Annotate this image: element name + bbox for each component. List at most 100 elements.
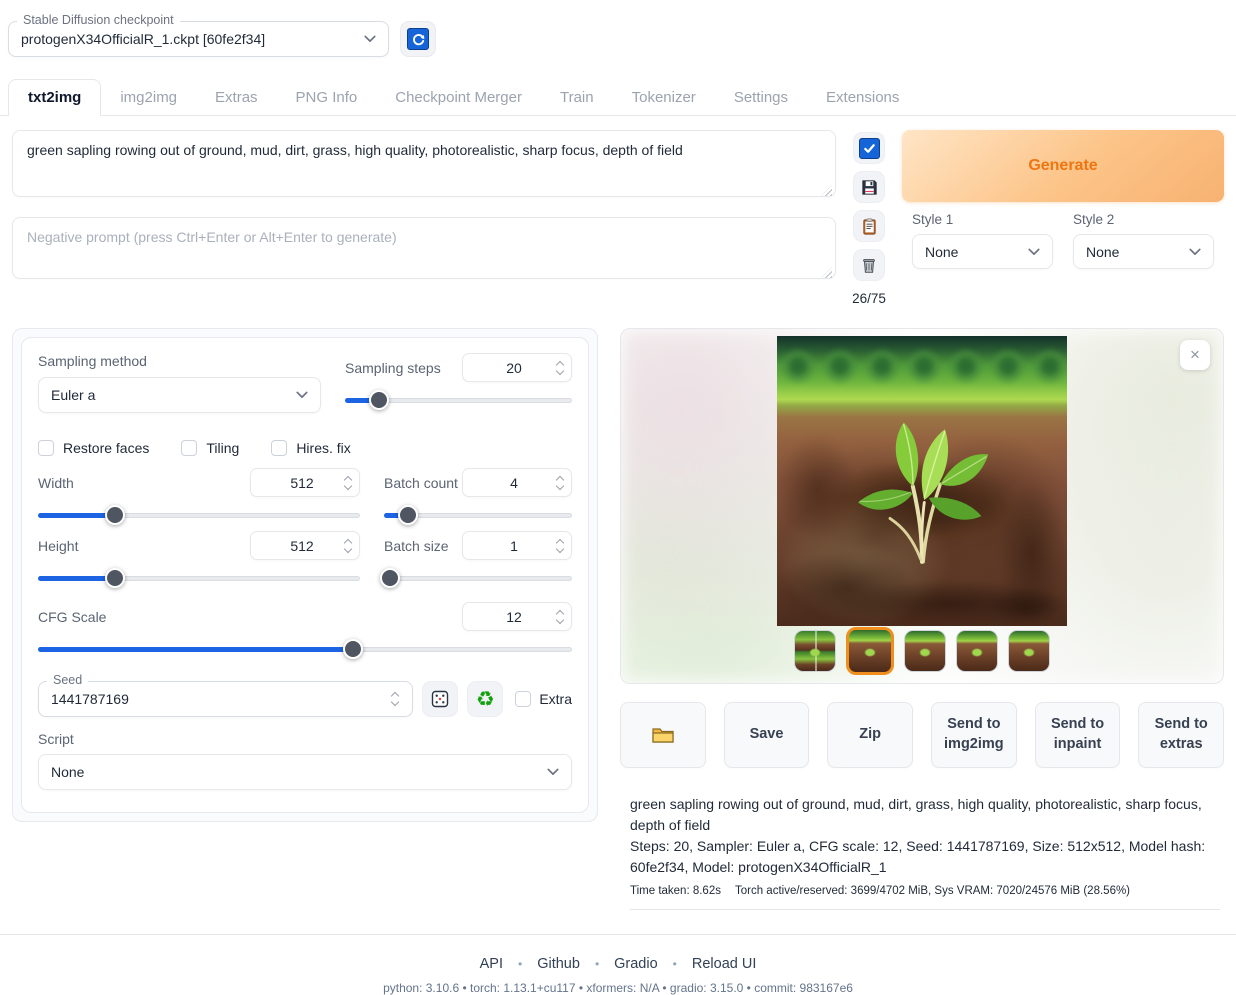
cfg-scale-slider[interactable]: [38, 639, 572, 659]
send-to-extras-button[interactable]: Send to extras: [1138, 702, 1224, 768]
sampling-steps-label: Sampling steps: [345, 360, 441, 376]
thumbnail[interactable]: [1008, 630, 1050, 672]
stepper-icon[interactable]: [390, 691, 400, 707]
script-label: Script: [38, 731, 572, 747]
chevron-down-icon: [1189, 248, 1201, 256]
batch-size-input[interactable]: 1: [462, 531, 572, 560]
height-label: Height: [38, 538, 78, 554]
version-info: python: 3.10.6 • torch: 1.13.1+cu117 • x…: [0, 981, 1236, 995]
script-select[interactable]: None: [38, 754, 572, 790]
batch-size-label: Batch size: [384, 538, 449, 554]
main-tabs: txt2img img2img Extras PNG Info Checkpoi…: [0, 76, 1236, 116]
checkbox-icon: [181, 440, 197, 456]
save-button[interactable]: Save: [724, 702, 810, 768]
zip-button[interactable]: Zip: [827, 702, 913, 768]
extra-seed-checkbox[interactable]: Extra: [515, 691, 572, 707]
save-style-button[interactable]: [853, 171, 885, 203]
negative-prompt-input[interactable]: [12, 217, 836, 279]
info-prompt: green sapling rowing out of ground, mud,…: [630, 794, 1220, 836]
footer-link-api[interactable]: API: [480, 956, 503, 972]
footer-link-github[interactable]: Github: [537, 956, 580, 972]
checkbox-icon: [271, 440, 287, 456]
stepper-icon[interactable]: [343, 475, 353, 491]
floppy-disk-icon: [860, 178, 879, 197]
seed-input[interactable]: Seed 1441787169: [38, 681, 413, 717]
footer-link-reload-ui[interactable]: Reload UI: [692, 956, 756, 972]
info-params: Steps: 20, Sampler: Euler a, CFG scale: …: [630, 836, 1220, 878]
thumbnail-grid[interactable]: [794, 630, 836, 672]
sampling-method-select[interactable]: Euler a: [38, 377, 321, 413]
checkpoint-value: protogenX34OfficialR_1.ckpt [60fe2f34]: [21, 31, 364, 47]
checkbox-icon: [38, 440, 54, 456]
slider-thumb[interactable]: [105, 568, 125, 588]
tab-png-info[interactable]: PNG Info: [277, 80, 377, 115]
sampling-method-label: Sampling method: [38, 353, 321, 369]
style1-select[interactable]: None: [912, 234, 1053, 269]
footer-link-gradio[interactable]: Gradio: [614, 956, 658, 972]
stepper-icon[interactable]: [555, 538, 565, 554]
chevron-down-icon: [364, 35, 376, 43]
apply-style-button[interactable]: [853, 210, 885, 242]
chevron-down-icon: [547, 768, 559, 776]
generated-image[interactable]: [777, 336, 1067, 626]
chevron-down-icon: [1028, 248, 1040, 256]
send-to-img2img-button[interactable]: Send to img2img: [931, 702, 1017, 768]
slider-thumb[interactable]: [343, 639, 363, 659]
sampling-steps-slider[interactable]: [345, 390, 572, 410]
prompt-input[interactable]: green sapling rowing out of ground, mud,…: [12, 130, 836, 197]
tab-checkpoint-merger[interactable]: Checkpoint Merger: [376, 80, 541, 115]
batch-count-input[interactable]: 4: [462, 468, 572, 497]
width-label: Width: [38, 475, 74, 491]
info-time: Time taken: 8.62s: [630, 885, 721, 897]
reuse-seed-button[interactable]: ♻: [467, 681, 503, 717]
stepper-icon[interactable]: [555, 609, 565, 625]
slider-thumb[interactable]: [369, 390, 389, 410]
cfg-scale-label: CFG Scale: [38, 609, 106, 625]
tab-extras[interactable]: Extras: [196, 80, 277, 115]
height-input[interactable]: 512: [250, 531, 360, 560]
tab-extensions[interactable]: Extensions: [807, 80, 918, 115]
tab-img2img[interactable]: img2img: [101, 80, 196, 115]
parameters-panel: Sampling method Euler a Sampling steps 2…: [12, 328, 598, 822]
close-icon[interactable]: ×: [1180, 340, 1210, 370]
open-folder-button[interactable]: [620, 702, 706, 768]
tab-txt2img[interactable]: txt2img: [8, 79, 101, 116]
stepper-icon[interactable]: [555, 475, 565, 491]
generation-info: green sapling rowing out of ground, mud,…: [630, 794, 1220, 910]
slider-thumb[interactable]: [105, 505, 125, 525]
style2-select[interactable]: None: [1073, 234, 1214, 269]
sampling-steps-input[interactable]: 20: [462, 353, 572, 382]
height-slider[interactable]: [38, 568, 360, 588]
clear-prompt-button[interactable]: [853, 249, 885, 281]
hires-fix-checkbox[interactable]: Hires. fix: [271, 440, 350, 456]
thumbnail-selected[interactable]: [846, 627, 894, 675]
refresh-icon: [407, 28, 429, 50]
random-seed-button[interactable]: [422, 681, 458, 717]
style1-label: Style 1: [912, 212, 1053, 227]
stepper-icon[interactable]: [555, 360, 565, 376]
batch-count-label: Batch count: [384, 475, 458, 491]
batch-count-slider[interactable]: [384, 505, 572, 525]
thumbnail[interactable]: [956, 630, 998, 672]
tab-settings[interactable]: Settings: [715, 80, 807, 115]
paste-params-button[interactable]: [853, 132, 885, 164]
tiling-checkbox[interactable]: Tiling: [181, 440, 239, 456]
checkpoint-select[interactable]: Stable Diffusion checkpoint protogenX34O…: [8, 21, 389, 57]
style2-label: Style 2: [1073, 212, 1214, 227]
batch-size-slider[interactable]: [384, 568, 572, 588]
refresh-checkpoints-button[interactable]: [400, 21, 436, 57]
restore-faces-checkbox[interactable]: Restore faces: [38, 440, 149, 456]
width-slider[interactable]: [38, 505, 360, 525]
generate-button[interactable]: Generate: [902, 130, 1224, 202]
tab-train[interactable]: Train: [541, 80, 613, 115]
send-to-inpaint-button[interactable]: Send to inpaint: [1035, 702, 1121, 768]
stepper-icon[interactable]: [343, 538, 353, 554]
slider-thumb[interactable]: [380, 568, 400, 588]
tab-tokenizer[interactable]: Tokenizer: [613, 80, 715, 115]
cfg-scale-input[interactable]: 12: [462, 602, 572, 631]
checkbox-icon: [515, 691, 531, 707]
slider-thumb[interactable]: [398, 505, 418, 525]
trash-icon: [860, 256, 878, 274]
width-input[interactable]: 512: [250, 468, 360, 497]
thumbnail[interactable]: [904, 630, 946, 672]
